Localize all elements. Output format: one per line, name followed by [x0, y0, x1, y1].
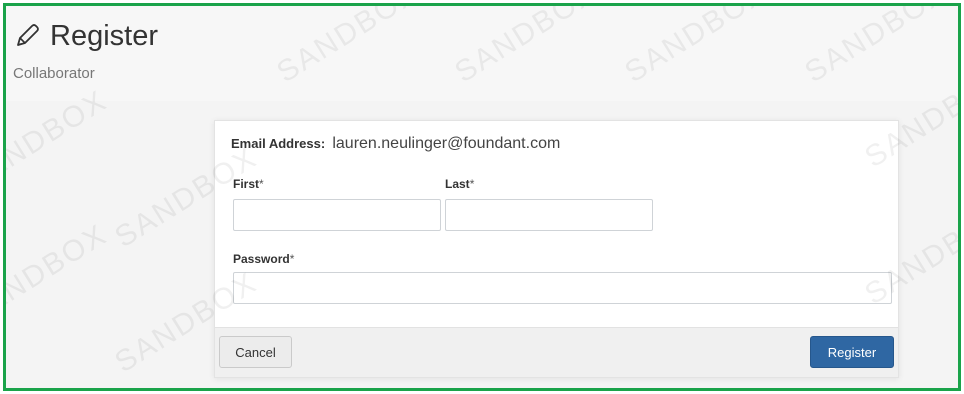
register-button[interactable]: Register	[810, 336, 894, 368]
dialog-footer: Cancel Register	[215, 327, 898, 377]
screenshot-frame: Register Collaborator Email Address: lau…	[3, 3, 961, 391]
email-row: Email Address: lauren.neulinger@foundant…	[231, 135, 560, 153]
password-field[interactable]	[233, 272, 892, 304]
email-value: lauren.neulinger@foundant.com	[332, 135, 561, 152]
first-name-field[interactable]	[233, 199, 441, 231]
last-name-field[interactable]	[445, 199, 653, 231]
page-subtitle: Collaborator	[13, 65, 95, 82]
last-name-label: Last*	[445, 177, 475, 191]
register-dialog: Email Address: lauren.neulinger@foundant…	[214, 120, 899, 378]
first-name-label: First*	[233, 177, 264, 191]
password-label: Password*	[233, 252, 295, 266]
email-label: Email Address:	[231, 136, 326, 151]
cancel-button[interactable]: Cancel	[219, 336, 292, 368]
pencil-icon	[17, 24, 39, 46]
page-title: Register	[50, 20, 158, 52]
title-row: Register	[12, 20, 158, 52]
